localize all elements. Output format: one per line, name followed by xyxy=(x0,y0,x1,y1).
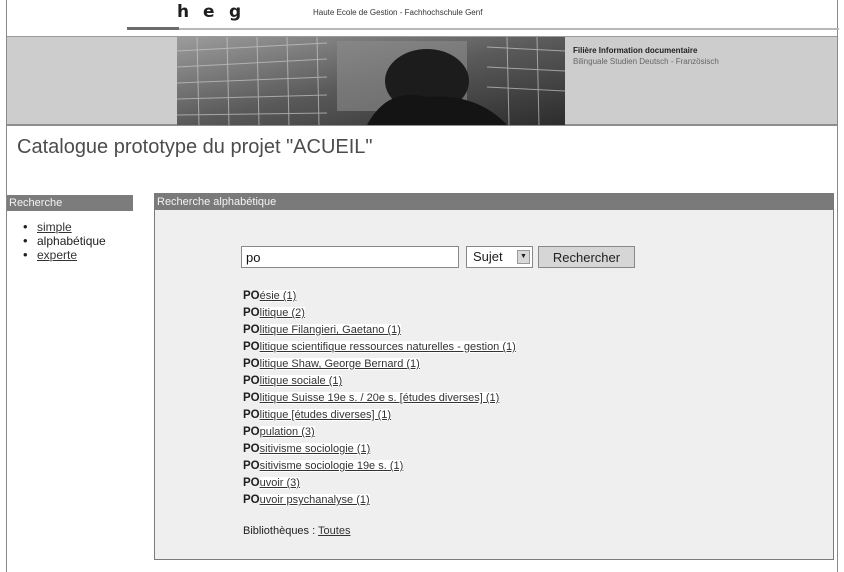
result-prefix: PO xyxy=(243,324,260,336)
result-link[interactable]: litique Suisse 19e s. / 20e s. [études d… xyxy=(259,392,500,404)
result-link[interactable]: sitivisme sociologie 19e s. (1) xyxy=(259,460,404,472)
result-link[interactable]: sitivisme sociologie (1) xyxy=(259,443,371,455)
list-item[interactable]: POsitivisme sociologie 19e s. (1) xyxy=(243,458,516,475)
sidebar-item-simple[interactable]: simple xyxy=(23,220,106,234)
search-input[interactable] xyxy=(241,246,459,268)
logo-letter-g: g xyxy=(229,2,242,22)
list-item[interactable]: POlitique [études diverses] (1) xyxy=(243,407,516,424)
search-button[interactable]: Rechercher xyxy=(538,246,635,268)
school-name: Haute Ecole de Gestion - Fachhochschule … xyxy=(313,8,483,17)
logo-letter-h: h xyxy=(177,2,190,22)
result-link[interactable]: litique sociale (1) xyxy=(259,375,343,387)
list-item[interactable]: POsitivisme sociologie (1) xyxy=(243,441,516,458)
result-link[interactable]: pulation (3) xyxy=(259,426,315,438)
libraries-all-link[interactable]: Toutes xyxy=(318,525,350,537)
results-list: POésie (1) POlitique (2) POlitique Filan… xyxy=(243,288,516,509)
page-title: Catalogue prototype du projet "ACUEIL" xyxy=(17,136,373,158)
list-item[interactable]: POpulation (3) xyxy=(243,424,516,441)
result-prefix: PO xyxy=(243,426,260,438)
header-rule xyxy=(127,28,839,30)
result-prefix: PO xyxy=(243,307,260,319)
sidebar-heading: Recherche xyxy=(7,195,133,211)
sidebar-item-experte[interactable]: experte xyxy=(23,248,106,262)
alphabetic-search-panel: Recherche alphabétique Sujet ▼ Recherche… xyxy=(154,193,834,560)
result-link[interactable]: litique [études diverses] (1) xyxy=(259,409,392,421)
list-item[interactable]: POlitique Suisse 19e s. / 20e s. [études… xyxy=(243,390,516,407)
heg-logo: heg xyxy=(177,2,255,22)
result-prefix: PO xyxy=(243,290,260,302)
libraries-label: Bibliothèques : xyxy=(243,525,319,537)
sidebar-item-label[interactable]: experte xyxy=(37,248,77,262)
result-prefix: PO xyxy=(243,409,260,421)
libraries-filter: Bibliothèques : Toutes xyxy=(243,525,350,537)
result-prefix: PO xyxy=(243,443,260,455)
sidebar-item-label: alphabétique xyxy=(37,234,106,248)
list-item[interactable]: POuvoir psychanalyse (1) xyxy=(243,492,516,509)
result-prefix: PO xyxy=(243,375,260,387)
panel-heading: Recherche alphabétique xyxy=(155,194,833,210)
result-prefix: PO xyxy=(243,494,260,506)
list-item[interactable]: POlitique sociale (1) xyxy=(243,373,516,390)
result-prefix: PO xyxy=(243,477,260,489)
page-frame: heg Haute Ecole de Gestion - Fachhochsch… xyxy=(6,0,839,572)
result-link[interactable]: uvoir (3) xyxy=(259,477,300,489)
sidebar-nav: simple alphabétique experte xyxy=(23,220,106,262)
result-link[interactable]: litique Shaw, George Bernard (1) xyxy=(259,358,420,370)
result-link[interactable]: uvoir psychanalyse (1) xyxy=(259,494,370,506)
result-link[interactable]: ésie (1) xyxy=(259,290,297,302)
banner-line-1: Filière Information documentaire xyxy=(573,46,698,55)
result-link[interactable]: litique scientifique ressources naturell… xyxy=(259,341,516,353)
chevron-down-icon[interactable]: ▼ xyxy=(517,250,530,264)
result-prefix: PO xyxy=(243,341,260,353)
list-item[interactable]: POlitique Shaw, George Bernard (1) xyxy=(243,356,516,373)
list-item[interactable]: POlitique Filangieri, Gaetano (1) xyxy=(243,322,516,339)
list-item[interactable]: POuvoir (3) xyxy=(243,475,516,492)
index-select[interactable]: Sujet ▼ xyxy=(466,246,533,268)
header-banner: Filière Information documentaire Bilingu… xyxy=(7,36,837,126)
banner-line-2: Bilinguale Studien Deutsch - Französisch xyxy=(573,57,719,66)
sidebar-item-label[interactable]: simple xyxy=(37,220,72,234)
result-link[interactable]: litique (2) xyxy=(259,307,305,319)
index-select-value: Sujet xyxy=(473,249,503,264)
list-item[interactable]: POésie (1) xyxy=(243,288,516,305)
result-prefix: PO xyxy=(243,460,260,472)
result-prefix: PO xyxy=(243,358,260,370)
result-link[interactable]: litique Filangieri, Gaetano (1) xyxy=(259,324,401,336)
list-item[interactable]: POlitique scientifique ressources nature… xyxy=(243,339,516,356)
result-prefix: PO xyxy=(243,392,260,404)
logo-letter-e: e xyxy=(203,2,215,22)
list-item[interactable]: POlitique (2) xyxy=(243,305,516,322)
header-rule-accent xyxy=(127,27,179,30)
banner-photo xyxy=(177,37,565,125)
sidebar-item-alphabetique: alphabétique xyxy=(23,234,106,248)
banner-text: Filière Information documentaire Bilingu… xyxy=(573,45,719,67)
